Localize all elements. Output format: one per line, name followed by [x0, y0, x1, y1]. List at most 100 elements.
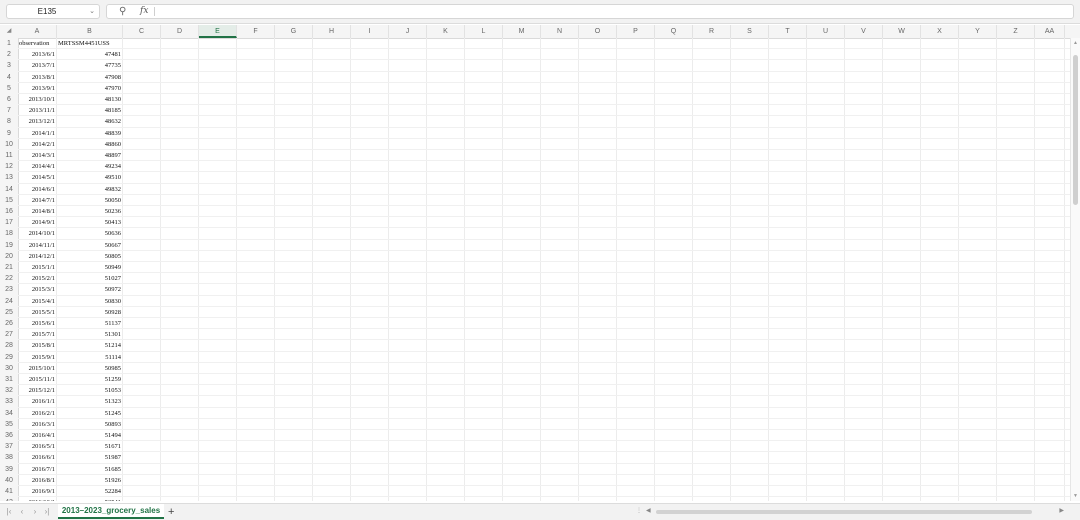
cell-value[interactable]: 47481	[57, 49, 123, 60]
cell-grid[interactable]: observation MRTSSM4451USS 2013/6/1 47481 2…	[18, 38, 1070, 501]
column-header-s[interactable]: S	[731, 25, 769, 38]
row-header[interactable]: 24	[0, 296, 18, 307]
cell-value[interactable]: 51926	[57, 475, 123, 486]
cell-value[interactable]: 51114	[57, 352, 123, 363]
cell-value[interactable]: 51685	[57, 464, 123, 475]
cell-date[interactable]: 2016/7/1	[18, 464, 57, 475]
function-icon[interactable]: fx	[140, 5, 148, 18]
cell-value[interactable]: 48860	[57, 139, 123, 150]
row-header[interactable]: 42	[0, 497, 18, 501]
cell-date[interactable]: 2016/6/1	[18, 452, 57, 463]
row-header[interactable]: 13	[0, 172, 18, 183]
column-header-j[interactable]: J	[389, 25, 427, 38]
column-header-i[interactable]: I	[351, 25, 389, 38]
row-header[interactable]: 1	[0, 38, 18, 49]
cell-date[interactable]: 2013/12/1	[18, 116, 57, 127]
cell-date[interactable]: 2014/7/1	[18, 195, 57, 206]
cell-date[interactable]: 2015/1/1	[18, 262, 57, 273]
cell-date[interactable]: 2015/7/1	[18, 329, 57, 340]
row-header[interactable]: 30	[0, 363, 18, 374]
row-header[interactable]: 18	[0, 228, 18, 239]
cell-date[interactable]: 2015/2/1	[18, 273, 57, 284]
row-header[interactable]: 17	[0, 217, 18, 228]
row-header[interactable]: 37	[0, 441, 18, 452]
column-header-k[interactable]: K	[427, 25, 465, 38]
cell-value[interactable]: 48185	[57, 105, 123, 116]
column-header-l[interactable]: L	[465, 25, 503, 38]
cell-value[interactable]: 48130	[57, 94, 123, 105]
cell-value[interactable]: 51137	[57, 318, 123, 329]
cell-value[interactable]: 51301	[57, 329, 123, 340]
cell-value[interactable]: 50636	[57, 228, 123, 239]
row-header[interactable]: 33	[0, 396, 18, 407]
cell-value[interactable]: 47735	[57, 60, 123, 71]
cell-value[interactable]: 48839	[57, 128, 123, 139]
select-all-icon[interactable]: ◢	[0, 25, 18, 38]
row-header[interactable]: 25	[0, 307, 18, 318]
last-sheet-icon[interactable]: ›|	[42, 506, 52, 518]
cell-value[interactable]: 51671	[57, 441, 123, 452]
vertical-scrollbar[interactable]: ▲ ▼	[1070, 38, 1080, 501]
cell-value[interactable]: 51053	[57, 385, 123, 396]
cell-date[interactable]: 2015/4/1	[18, 296, 57, 307]
row-header[interactable]: 12	[0, 161, 18, 172]
cell-date[interactable]: 2014/4/1	[18, 161, 57, 172]
column-header-t[interactable]: T	[769, 25, 807, 38]
cell-value[interactable]: 50050	[57, 195, 123, 206]
cell-date[interactable]: 2015/8/1	[18, 340, 57, 351]
column-header-v[interactable]: V	[845, 25, 883, 38]
column-header-y[interactable]: Y	[959, 25, 997, 38]
scroll-down-icon[interactable]: ▼	[1073, 493, 1078, 499]
row-header[interactable]: 9	[0, 128, 18, 139]
cell-date[interactable]: 2014/11/1	[18, 240, 57, 251]
magnifier-icon[interactable]: ⚲	[119, 5, 126, 18]
cell-date[interactable]: 2015/10/1	[18, 363, 57, 374]
cell-value[interactable]: 51245	[57, 408, 123, 419]
cell-value[interactable]: 50893	[57, 419, 123, 430]
column-header-d[interactable]: D	[161, 25, 199, 38]
cell-date[interactable]: 2016/10/1	[18, 497, 57, 501]
row-header[interactable]: 41	[0, 486, 18, 497]
row-header[interactable]: 8	[0, 116, 18, 127]
cell-date[interactable]: 2015/11/1	[18, 374, 57, 385]
row-header[interactable]: 29	[0, 352, 18, 363]
first-sheet-icon[interactable]: |‹	[4, 506, 14, 518]
column-header-e[interactable]: E	[199, 25, 237, 38]
cell-value[interactable]: 49832	[57, 184, 123, 195]
row-header[interactable]: 36	[0, 430, 18, 441]
cell-value[interactable]: 50985	[57, 363, 123, 374]
scroll-up-icon[interactable]: ▲	[1073, 40, 1078, 46]
name-box[interactable]: E135 ⌄	[6, 4, 100, 19]
splitter-icon[interactable]: ⋮	[636, 507, 642, 514]
cell-date[interactable]: 2016/3/1	[18, 419, 57, 430]
row-header[interactable]: 2	[0, 49, 18, 60]
chevron-down-icon[interactable]: ⌄	[89, 5, 95, 18]
column-header-n[interactable]: N	[541, 25, 579, 38]
cell-date[interactable]: 2015/3/1	[18, 284, 57, 295]
column-header-z[interactable]: Z	[997, 25, 1035, 38]
cell-date[interactable]: 2015/9/1	[18, 352, 57, 363]
cell-value[interactable]: 51494	[57, 430, 123, 441]
column-header-q[interactable]: Q	[655, 25, 693, 38]
column-header-a[interactable]: A	[18, 25, 57, 38]
cell-date[interactable]: 2016/4/1	[18, 430, 57, 441]
scroll-left-icon[interactable]: ◀	[646, 507, 651, 514]
cell-date[interactable]: 2014/10/1	[18, 228, 57, 239]
horizontal-scrollbar[interactable]: ⋮ ◀ ▶	[636, 507, 1068, 517]
cell-value[interactable]: 51027	[57, 273, 123, 284]
add-sheet-button[interactable]: +	[168, 505, 174, 519]
cell-date[interactable]: 2016/8/1	[18, 475, 57, 486]
cell-date[interactable]: 2015/6/1	[18, 318, 57, 329]
row-header[interactable]: 4	[0, 72, 18, 83]
formula-input[interactable]: ⚲ fx	[106, 4, 1074, 19]
column-header-u[interactable]: U	[807, 25, 845, 38]
cell-value[interactable]: 52541	[57, 497, 123, 501]
column-header-g[interactable]: G	[275, 25, 313, 38]
cell-value[interactable]: 51323	[57, 396, 123, 407]
column-header-m[interactable]: M	[503, 25, 541, 38]
row-header[interactable]: 23	[0, 284, 18, 295]
next-sheet-icon[interactable]: ›	[30, 506, 40, 518]
cell-value[interactable]: 52284	[57, 486, 123, 497]
row-header[interactable]: 14	[0, 184, 18, 195]
row-header[interactable]: 20	[0, 251, 18, 262]
